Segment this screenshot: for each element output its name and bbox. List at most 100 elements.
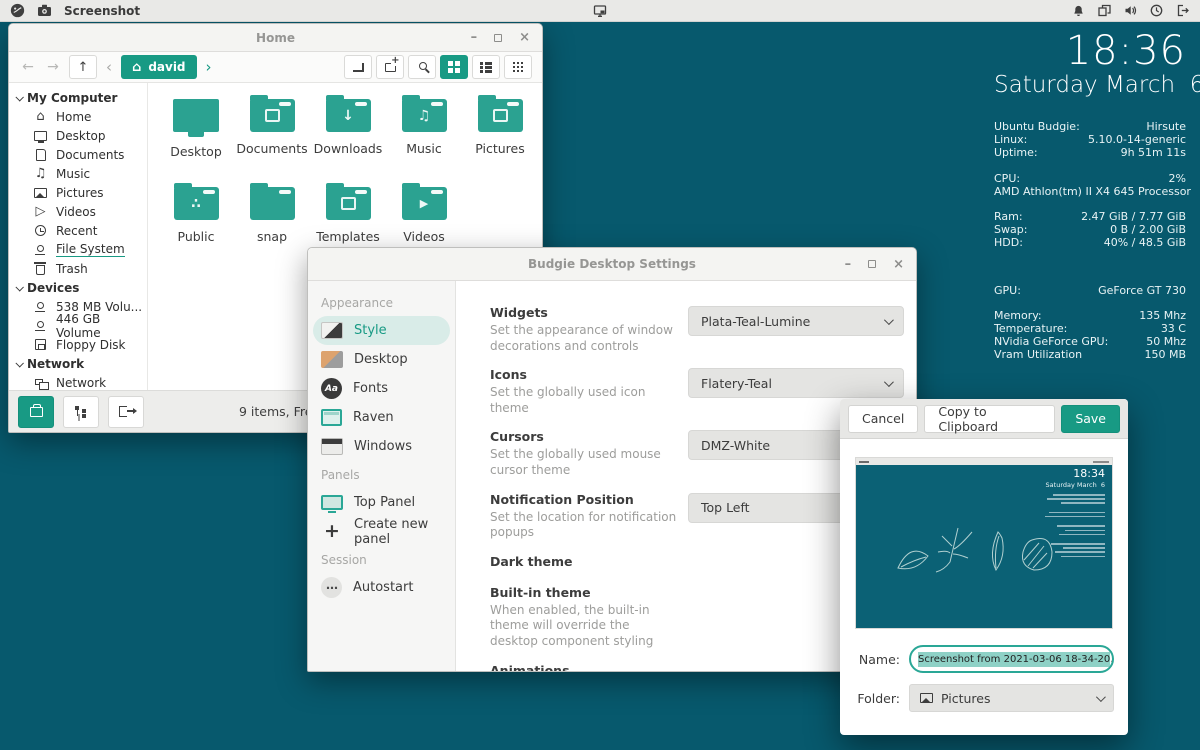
search-icon (419, 62, 427, 70)
enter-location-button[interactable] (344, 55, 372, 79)
breadcrumb-prev-icon[interactable]: ‹ (104, 58, 114, 76)
maximize-button[interactable] (494, 34, 502, 42)
file-manager-titlebar[interactable]: Home – × (9, 24, 542, 52)
notifications-bell-icon[interactable] (1072, 4, 1085, 17)
conky-vram-row: Vram Utilization150 MB (994, 348, 1186, 361)
compact-view-button[interactable] (504, 55, 532, 79)
sidebar-item-documents[interactable]: Documents (9, 145, 147, 164)
minimize-button[interactable]: – (845, 258, 852, 271)
close-button[interactable]: × (893, 258, 904, 271)
home-icon: ⌂ (132, 60, 141, 75)
screenshot-app-icon[interactable] (37, 4, 52, 17)
file-downloads[interactable]: ↓Downloads (310, 95, 386, 183)
maximize-button[interactable] (868, 260, 876, 268)
file-music[interactable]: ♫Music (386, 95, 462, 183)
panels-section-header: Panels (308, 461, 455, 488)
cancel-button[interactable]: Cancel (848, 405, 918, 433)
name-row: Name: Screenshot from 2021-03-06 18-34-2… (854, 645, 1114, 673)
play-icon: ▷ (33, 205, 48, 219)
desktop-monitor-icon (173, 99, 219, 132)
sidebar-item-desktop[interactable]: Desktop (9, 126, 147, 145)
nav-item-windows[interactable]: Windows (308, 432, 455, 461)
folder-dropdown[interactable]: Pictures (909, 684, 1114, 712)
picture-icon (920, 693, 933, 703)
file-documents[interactable]: Documents (234, 95, 310, 183)
preview-leaves-art (892, 516, 1064, 588)
monitor-icon (34, 131, 47, 141)
conky-clock: 18:36 (994, 30, 1186, 72)
back-button[interactable]: ← (19, 59, 37, 75)
nav-item-top-panel[interactable]: Top Panel (308, 488, 455, 517)
nav-item-autostart[interactable]: ⋯Autostart (308, 573, 455, 602)
save-button[interactable]: Save (1061, 405, 1120, 433)
share-glyph: ∴ (191, 196, 201, 212)
sidebar-item-network[interactable]: Network (9, 373, 147, 390)
file-desktop[interactable]: Desktop (158, 95, 234, 183)
sidebar-item-videos[interactable]: ▷Videos (9, 202, 147, 221)
settings-titlebar[interactable]: Budgie Desktop Settings – × (308, 248, 916, 281)
preview-mini-panel (856, 458, 1112, 465)
file-public[interactable]: ∴Public (158, 183, 234, 271)
nav-item-raven[interactable]: Raven (308, 403, 455, 432)
filename-input[interactable]: Screenshot from 2021-03-06 18-34-20.png (909, 645, 1114, 673)
nav-item-create-new-panel[interactable]: +Create new panel (308, 517, 455, 546)
chevron-down-icon (15, 93, 23, 101)
budgie-menu-icon[interactable] (10, 3, 25, 18)
display-tray-icon[interactable] (593, 4, 607, 18)
file-pictures[interactable]: Pictures (462, 95, 538, 183)
sidebar-item-recent[interactable]: Recent (9, 221, 147, 240)
folder-icon: ▶ (402, 187, 447, 220)
play-glyph: ▶ (420, 197, 428, 210)
breadcrumb-next-icon[interactable]: › (204, 58, 214, 76)
conky-swap-row: Swap:0 B / 2.00 GiB (994, 223, 1186, 236)
up-button[interactable]: ↑ (69, 55, 97, 79)
folder-icon: ♫ (402, 99, 447, 132)
conky-os-row: Ubuntu Budgie:Hirsute (994, 120, 1186, 133)
breadcrumb-home-segment[interactable]: ⌂ david (121, 55, 197, 79)
autostart-icon: ⋯ (321, 577, 342, 598)
new-tab-button[interactable] (376, 55, 404, 79)
hide-sidebar-button[interactable] (108, 396, 144, 428)
drive-icon (37, 321, 44, 328)
grid-view-button[interactable] (440, 55, 468, 79)
close-button[interactable]: × (519, 31, 530, 44)
preview-clock: 18:34 (1073, 468, 1105, 479)
sidebar-item-music[interactable]: ♫Music (9, 164, 147, 183)
home-icon: ⌂ (33, 110, 48, 124)
sidebar-item-home[interactable]: ⌂Home (9, 107, 147, 126)
places-icon (30, 407, 43, 417)
setting-row-widgets: Widgets Set the appearance of window dec… (490, 305, 910, 354)
nav-item-desktop[interactable]: Desktop (308, 345, 455, 374)
conky-gpu-row: GPU:GeForce GT 730 (994, 284, 1186, 297)
conky-uptime-row: Uptime:9h 51m 11s (994, 146, 1186, 159)
forward-button[interactable]: → (44, 59, 62, 75)
new-tab-icon (385, 63, 396, 72)
clock-tray-icon[interactable] (1150, 4, 1163, 17)
sidebar-section-devices[interactable]: Devices (9, 278, 147, 297)
windows-switcher-icon[interactable] (1098, 4, 1111, 17)
icon-theme-dropdown[interactable]: Flatery-Teal (688, 368, 904, 398)
chevron-down-icon (1096, 692, 1106, 702)
sidebar-section-network[interactable]: Network (9, 354, 147, 373)
copy-to-clipboard-button[interactable]: Copy to Clipboard (924, 405, 1055, 433)
volume-icon[interactable] (1124, 4, 1137, 17)
fonts-icon: Aa (321, 378, 342, 399)
logout-icon[interactable] (1176, 4, 1190, 17)
sidebar-item-file-system[interactable]: File System (9, 240, 147, 259)
settings-sidebar: Appearance Style Desktop AaFonts Raven W… (308, 281, 456, 671)
sidebar-item-pictures[interactable]: Pictures (9, 183, 147, 202)
save-dialog-header: Cancel Copy to Clipboard Save (840, 399, 1128, 439)
sidebar-item-446gb-volume[interactable]: 446 GB Volume (9, 316, 147, 335)
toggle-places-button[interactable] (18, 396, 54, 428)
list-view-button[interactable] (472, 55, 500, 79)
nav-item-style[interactable]: Style (313, 316, 450, 345)
widgets-theme-dropdown[interactable]: Plata-Teal-Lumine (688, 306, 904, 336)
template-glyph (341, 197, 356, 210)
search-button[interactable] (408, 55, 436, 79)
file-snap[interactable]: snap (234, 183, 310, 271)
nav-item-fonts[interactable]: AaFonts (308, 374, 455, 403)
sidebar-section-my-computer[interactable]: My Computer (9, 88, 147, 107)
tree-view-button[interactable] (63, 396, 99, 428)
sidebar-item-trash[interactable]: Trash (9, 259, 147, 278)
minimize-button[interactable]: – (471, 31, 478, 44)
